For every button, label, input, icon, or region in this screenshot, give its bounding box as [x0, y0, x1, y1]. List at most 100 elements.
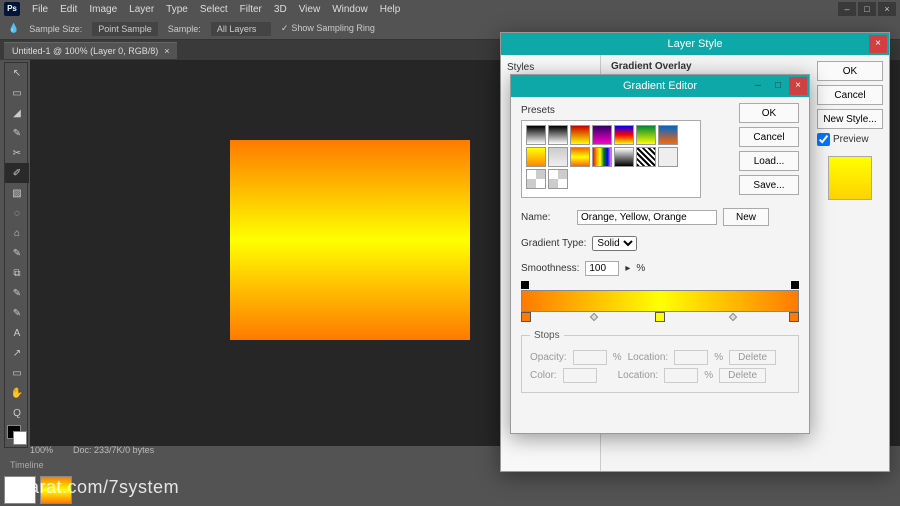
- document-tab[interactable]: Untitled-1 @ 100% (Layer 0, RGB/8) ×: [4, 42, 177, 59]
- smoothness-input[interactable]: [585, 261, 619, 276]
- stops-group: Stops Opacity: % Location: % Delete Colo…: [521, 330, 799, 393]
- timeline-panel-label[interactable]: Timeline: [4, 458, 50, 472]
- layer-style-new-style-button[interactable]: New Style...: [817, 109, 883, 129]
- gradient-editor-min-button[interactable]: –: [749, 77, 767, 95]
- gradient-name-input[interactable]: [577, 210, 717, 225]
- gradient-save-button[interactable]: Save...: [739, 175, 799, 195]
- gradient-preset-1[interactable]: [548, 125, 568, 145]
- gradient-preset-5[interactable]: [636, 125, 656, 145]
- gradient-preset-3[interactable]: [592, 125, 612, 145]
- midpoint-right[interactable]: [728, 313, 736, 321]
- menu-edit[interactable]: Edit: [60, 4, 77, 15]
- window-minimize-button[interactable]: –: [838, 2, 856, 16]
- color-stop-left[interactable]: [521, 312, 531, 322]
- menu-filter[interactable]: Filter: [240, 4, 262, 15]
- gradient-cancel-button[interactable]: Cancel: [739, 127, 799, 147]
- smoothness-arrow-icon[interactable]: ▸: [625, 263, 630, 274]
- document-canvas[interactable]: [230, 140, 470, 340]
- brush-tool[interactable]: ◌: [5, 203, 29, 223]
- gradient-preset-0[interactable]: [526, 125, 546, 145]
- gradient-preset-15[interactable]: [548, 169, 568, 189]
- gradient-editor-close-button[interactable]: ×: [789, 77, 807, 95]
- type-tool[interactable]: A: [5, 323, 29, 343]
- sample-select[interactable]: All Layers: [211, 22, 271, 36]
- layer-thumb-gradient[interactable]: [40, 476, 72, 504]
- gradient-editor-max-button[interactable]: □: [769, 77, 787, 95]
- gradient-name-label: Name:: [521, 212, 571, 223]
- gradient-bar-editor[interactable]: [521, 284, 799, 324]
- lasso-tool[interactable]: ◢: [5, 103, 29, 123]
- menu-file[interactable]: File: [32, 4, 48, 15]
- presets-label: Presets: [521, 105, 555, 116]
- crop-tool[interactable]: ✂: [5, 143, 29, 163]
- color-field-label: Color:: [530, 370, 557, 381]
- layer-style-close-button[interactable]: ×: [869, 35, 887, 53]
- opacity-stop-left[interactable]: [521, 281, 529, 289]
- gradient-type-select[interactable]: Solid: [592, 236, 637, 251]
- window-maximize-button[interactable]: □: [858, 2, 876, 16]
- menu-3d[interactable]: 3D: [274, 4, 287, 15]
- gradient-preset-2[interactable]: [570, 125, 590, 145]
- zoom-tool[interactable]: Q: [5, 403, 29, 423]
- gradient-ok-button[interactable]: OK: [739, 103, 799, 123]
- gradient-bar[interactable]: [521, 290, 799, 312]
- layer-style-preview-checkbox[interactable]: Preview: [817, 133, 883, 146]
- gradient-preset-12[interactable]: [636, 147, 656, 167]
- gradient-preset-6[interactable]: [658, 125, 678, 145]
- menu-select[interactable]: Select: [200, 4, 228, 15]
- sample-size-label: Sample Size:: [29, 24, 82, 34]
- menu-layer[interactable]: Layer: [129, 4, 154, 15]
- sample-size-select[interactable]: Point Sample: [92, 22, 158, 36]
- gradient-preset-4[interactable]: [614, 125, 634, 145]
- path-tool[interactable]: ↗: [5, 343, 29, 363]
- menu-help[interactable]: Help: [380, 4, 401, 15]
- background-color[interactable]: [13, 431, 27, 445]
- color-stop-center[interactable]: [655, 312, 665, 322]
- eraser-tool[interactable]: ⧉: [5, 263, 29, 283]
- gradient-editor-titlebar[interactable]: Gradient Editor – □ ×: [511, 75, 809, 97]
- window-close-button[interactable]: ×: [878, 2, 896, 16]
- menu-image[interactable]: Image: [89, 4, 117, 15]
- marquee-tool[interactable]: ▭: [5, 83, 29, 103]
- color-location-field: [664, 368, 698, 383]
- gradient-tool[interactable]: ✎: [5, 283, 29, 303]
- layer-style-titlebar[interactable]: Layer Style ×: [501, 33, 889, 55]
- gradient-new-button[interactable]: New: [723, 208, 769, 226]
- wand-tool[interactable]: ✎: [5, 123, 29, 143]
- move-tool[interactable]: ↖: [5, 63, 29, 83]
- layer-thumb-bg[interactable]: [4, 476, 36, 504]
- heal-tool[interactable]: ▨: [5, 183, 29, 203]
- shape-tool[interactable]: ▭: [5, 363, 29, 383]
- opacity-stop-right[interactable]: [791, 281, 799, 289]
- opacity-field-label: Opacity:: [530, 352, 567, 363]
- midpoint-left[interactable]: [589, 313, 597, 321]
- gradient-presets: [521, 120, 701, 198]
- show-sampling-ring-checkbox[interactable]: Show Sampling Ring: [281, 23, 375, 34]
- gradient-load-button[interactable]: Load...: [739, 151, 799, 171]
- menu-window[interactable]: Window: [332, 4, 368, 15]
- menu-type[interactable]: Type: [166, 4, 188, 15]
- document-tab-close-icon[interactable]: ×: [164, 46, 169, 56]
- history-brush-tool[interactable]: ✎: [5, 243, 29, 263]
- gradient-preset-7[interactable]: [526, 147, 546, 167]
- gradient-preset-10[interactable]: [592, 147, 612, 167]
- layer-style-ok-button[interactable]: OK: [817, 61, 883, 81]
- opacity-location-field: [674, 350, 708, 365]
- gradient-preset-13[interactable]: [658, 147, 678, 167]
- gradient-preset-8[interactable]: [548, 147, 568, 167]
- menu-view[interactable]: View: [299, 4, 321, 15]
- eyedropper-icon: 💧: [8, 23, 19, 34]
- eyedropper-tool[interactable]: ✐: [5, 163, 29, 183]
- pen-tool[interactable]: ✎: [5, 303, 29, 323]
- gradient-preset-9[interactable]: [570, 147, 590, 167]
- color-stop-right[interactable]: [789, 312, 799, 322]
- stops-legend: Stops: [530, 330, 564, 341]
- stamp-tool[interactable]: ⌂: [5, 223, 29, 243]
- hand-tool[interactable]: ✋: [5, 383, 29, 403]
- color-swatches[interactable]: [5, 423, 27, 447]
- zoom-level[interactable]: 100%: [30, 445, 53, 455]
- preview-checkbox-input[interactable]: [817, 133, 830, 146]
- gradient-preset-11[interactable]: [614, 147, 634, 167]
- layer-style-cancel-button[interactable]: Cancel: [817, 85, 883, 105]
- gradient-preset-14[interactable]: [526, 169, 546, 189]
